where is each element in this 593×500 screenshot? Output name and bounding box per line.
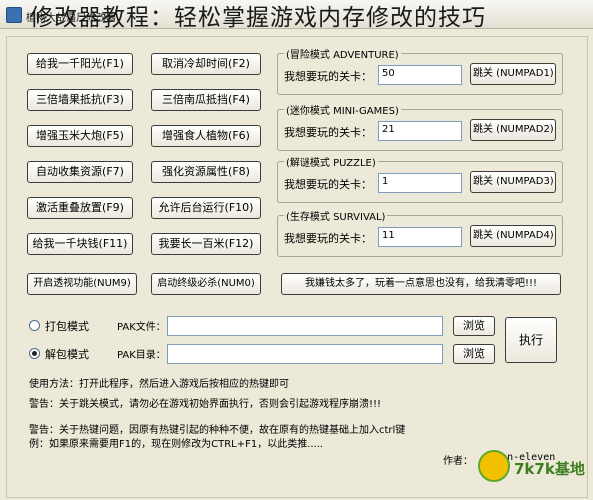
wallnut-button[interactable]: 三倍墙果抵抗(F3) xyxy=(27,89,133,111)
adventure-label: 我想要玩的关卡： xyxy=(284,70,372,83)
overlap-button[interactable]: 激活重叠放置(F9) xyxy=(27,197,133,219)
pak-file-input[interactable] xyxy=(167,316,443,336)
adventure-group: (冒险模式 ADVENTURE) 我想要玩的关卡： 50 跳关 (NUMPAD1… xyxy=(277,46,563,95)
resource-button[interactable]: 强化资源属性(F8) xyxy=(151,161,261,183)
pumpkin-button[interactable]: 三倍南瓜抵挡(F4) xyxy=(151,89,261,111)
browse-dir-button[interactable]: 浏览 xyxy=(453,344,495,364)
unpack-mode-radio[interactable] xyxy=(29,348,40,359)
logo-text: 7k7k基地 xyxy=(514,460,585,478)
survival-label: 我想要玩的关卡： xyxy=(284,232,372,245)
watermark-logo: 7k7k基地 xyxy=(472,446,593,496)
clear-money-button[interactable]: 我嫌钱太多了，玩着一点意思也没有，给我清零吧!!! xyxy=(281,273,561,295)
minigames-label: 我想要玩的关卡： xyxy=(284,126,372,139)
background-run-button[interactable]: 允许后台运行(F10) xyxy=(151,197,261,219)
adventure-group-title: (冒险模式 ADVENTURE) xyxy=(284,46,401,61)
pack-mode-label: 打包模式 xyxy=(45,320,89,333)
pak-file-label: PAK文件： xyxy=(117,322,166,333)
adventure-level-input[interactable]: 50 xyxy=(378,65,462,85)
usage-note: 使用方法：打开此程序，然后进入游戏后按相应的热键即可 xyxy=(29,379,289,390)
money-button[interactable]: 给我一千块钱(F11) xyxy=(27,233,133,255)
survival-level-input[interactable]: 11 xyxy=(378,227,462,247)
survival-group: (生存模式 SURVIVAL) 我想要玩的关卡： 11 跳关 (NUMPAD4) xyxy=(277,208,563,257)
example-note: 例：如果原来需要用F1的，现在则修改为CTRL+F1，以此类推..... xyxy=(29,439,324,450)
tall-button[interactable]: 我要长一百米(F12) xyxy=(151,233,261,255)
puzzle-group-title: (解谜模式 PUZZLE) xyxy=(284,154,378,169)
adventure-jump-button[interactable]: 跳关 (NUMPAD1) xyxy=(470,63,556,85)
puzzle-label: 我想要玩的关卡： xyxy=(284,178,372,191)
warning-note-2: 警告：关于热键问题，因原有热键引起的种种不便，故在原有的热键基础上加入ctrl键 xyxy=(29,425,406,436)
survival-jump-button[interactable]: 跳关 (NUMPAD4) xyxy=(470,225,556,247)
sunshine-button[interactable]: 给我一千阳光(F1) xyxy=(27,53,133,75)
cooldown-button[interactable]: 取消冷却时间(F2) xyxy=(151,53,261,75)
main-panel: 给我一千阳光(F1) 取消冷却时间(F2) 三倍墙果抵抗(F3) 三倍南瓜抵挡(… xyxy=(6,36,588,498)
logo-emblem-icon xyxy=(478,450,510,482)
author-label: 作者： xyxy=(443,456,473,467)
app-icon xyxy=(6,7,22,23)
browse-file-button[interactable]: 浏览 xyxy=(453,316,495,336)
puzzle-group: (解谜模式 PUZZLE) 我想要玩的关卡： 1 跳关 (NUMPAD3) xyxy=(277,154,563,203)
overlay-title: 修改器教程：轻松掌握游戏内存修改的技巧 xyxy=(30,5,486,31)
pak-dir-input[interactable] xyxy=(167,344,443,364)
auto-collect-button[interactable]: 自动收集资源(F7) xyxy=(27,161,133,183)
minigames-jump-button[interactable]: 跳关 (NUMPAD2) xyxy=(470,119,556,141)
pack-mode-radio[interactable] xyxy=(29,320,40,331)
ultimate-button[interactable]: 启动终级必杀(NUM0) xyxy=(151,273,261,295)
chomper-button[interactable]: 增强食人植物(F6) xyxy=(151,125,261,147)
survival-group-title: (生存模式 SURVIVAL) xyxy=(284,208,388,223)
cob-cannon-button[interactable]: 增强玉米大炮(F5) xyxy=(27,125,133,147)
pak-dir-label: PAK目录： xyxy=(117,350,166,361)
minigames-group-title: (迷你模式 MINI-GAMES) xyxy=(284,102,401,117)
puzzle-jump-button[interactable]: 跳关 (NUMPAD3) xyxy=(470,171,556,193)
warning-note-1: 警告：关于跳关模式，请勿必在游戏初始界面执行，否则会引起游戏程序崩溃!!! xyxy=(29,399,382,410)
unpack-mode-label: 解包模式 xyxy=(45,348,89,361)
minigames-group: (迷你模式 MINI-GAMES) 我想要玩的关卡： 21 跳关 (NUMPAD… xyxy=(277,102,563,151)
execute-button[interactable]: 执行 xyxy=(505,317,557,363)
minigames-level-input[interactable]: 21 xyxy=(378,121,462,141)
xray-button[interactable]: 开启透视功能(NUM9) xyxy=(27,273,137,295)
puzzle-level-input[interactable]: 1 xyxy=(378,173,462,193)
radio-selected-dot xyxy=(32,351,37,356)
